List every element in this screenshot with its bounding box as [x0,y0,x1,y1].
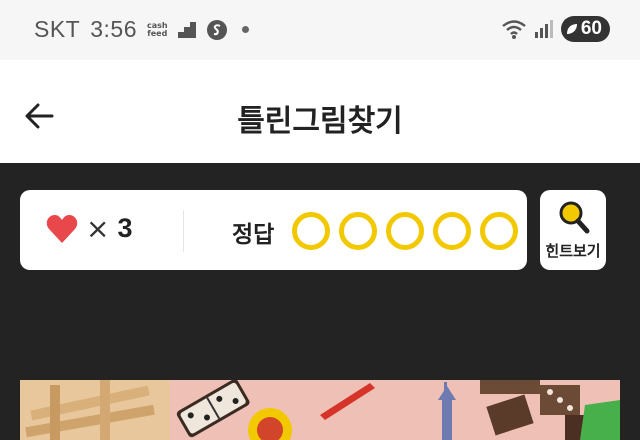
puzzle-artwork [20,380,620,440]
hint-button[interactable]: 힌트보기 [540,190,606,270]
answer-slot [339,212,377,250]
status-right: 60 [501,16,610,42]
answer-slot [292,212,330,250]
lives-count: 3 [117,213,133,243]
magnifier-icon [559,201,590,234]
notification-dot-icon [241,26,249,33]
stairs-icon [177,21,196,38]
answer-slot [386,212,424,250]
green-piece [580,400,620,440]
lives-counter: × 3 [46,212,133,245]
wifi-icon [502,20,526,39]
signal-icon [534,20,553,38]
heart-icon [46,214,78,243]
status-bar: SKT 3:56 cash feed 60 [0,0,640,60]
puzzle-image[interactable] [20,380,620,440]
answer-slot [480,212,518,250]
app-header: 틀린그림찾기 [0,60,640,163]
leaf-icon [566,24,577,34]
panel-divider [183,210,184,252]
wooden-blocks [20,380,170,440]
battery-level: 60 [580,18,602,39]
answer-label: 정답 [232,222,275,248]
clock: 3:56 [90,16,137,42]
multiply-symbol: × [86,212,110,245]
game-status-panel: × 3 정답 [20,190,527,270]
carrier-label: SKT [34,16,81,42]
hint-label: 힌트보기 [545,242,601,260]
page-title: 틀린그림찾기 [237,104,403,139]
answer-slots [292,212,518,250]
battery-indicator: 60 [560,16,610,42]
answer-slot [433,212,471,250]
cashfeed-icon: cash feed [147,20,168,38]
app-s-icon [206,19,227,40]
status-left: SKT 3:56 cash feed [34,16,249,43]
